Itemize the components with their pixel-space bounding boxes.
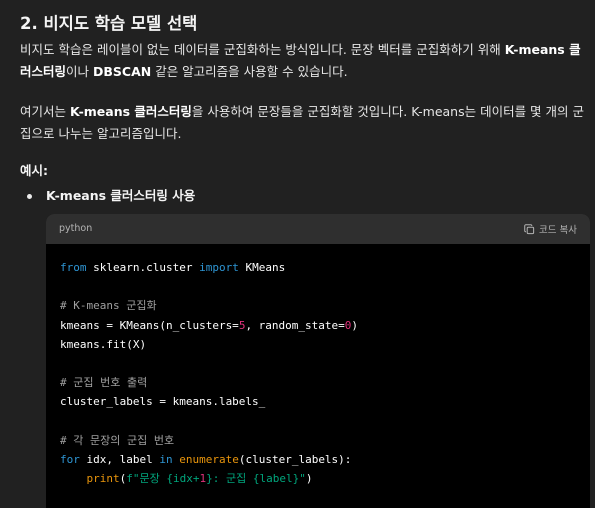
code-token-plain: ): [305, 472, 313, 486]
code-token-plain: sklearn.cluster: [86, 261, 200, 274]
code-language-label: python: [59, 223, 93, 234]
copy-icon: [524, 223, 535, 234]
code-token-plain: kmeans = KMeans(n_clusters=: [60, 318, 239, 332]
code-header: python 코드 복사: [46, 214, 590, 244]
code-token-plain: cluster_labels = kmeans.labels_: [60, 395, 266, 409]
code-token-keyword: import: [199, 261, 239, 274]
code-token-plain: kmeans.fit(X): [60, 337, 147, 351]
code-content[interactable]: from sklearn.cluster import KMeans # K-m…: [60, 258, 358, 488]
code-token-keyword: for: [60, 453, 80, 467]
code-token-keyword: in: [159, 453, 173, 467]
paragraph-text: 같은 알고리즘을 사용할 수 있습니다.: [151, 64, 348, 79]
code-line: for idx, label in enumerate(cluster_labe…: [60, 450, 358, 469]
paragraph-unsupervised-intro: 비지도 학습은 레이블이 없는 데이터를 군집화하는 방식입니다. 문장 벡터를…: [20, 39, 590, 83]
code-token-builtin: enumerate: [179, 453, 239, 467]
code-token-comment: # 각 문장의 군집 번호: [60, 433, 175, 447]
list-item-text: K-means 클러스터링 사용: [46, 188, 196, 203]
code-token-string: }: 군집 {label}": [206, 472, 306, 486]
code-token-plain: , random_state=: [245, 318, 345, 332]
bold-term-dbscan: DBSCAN: [93, 64, 152, 79]
code-token-plain: idx, label: [79, 453, 160, 467]
paragraph-text: 여기서는: [20, 104, 70, 119]
code-line: from sklearn.cluster import KMeans: [60, 258, 358, 277]
code-line: cluster_labels = kmeans.labels_: [60, 392, 358, 411]
code-token-plain: (cluster_labels):: [238, 453, 352, 467]
copy-code-label: 코드 복사: [539, 225, 577, 236]
code-line: print(f"문장 {idx+1}: 군집 {label}"): [60, 469, 358, 488]
code-token-plain: KMeans: [238, 261, 286, 274]
code-line: # 각 문장의 군집 번호: [60, 431, 358, 450]
code-line: kmeans = KMeans(n_clusters=5, random_sta…: [60, 316, 358, 335]
code-token-keyword: from: [60, 261, 87, 274]
code-line: # K-means 군집화: [60, 296, 358, 315]
code-token-string: f"문장 {idx+: [126, 472, 200, 486]
code-line: # 군집 번호 출력: [60, 373, 358, 392]
section-heading: 2. 비지도 학습 모델 선택: [20, 14, 198, 33]
bullet-icon: [27, 194, 32, 199]
code-line: kmeans.fit(X): [60, 335, 358, 354]
code-block: python 코드 복사 from sklearn.cluster import…: [46, 214, 590, 508]
code-token-builtin: print: [86, 472, 120, 486]
code-token-plain: ): [351, 318, 359, 332]
code-token-comment: # K-means 군집화: [60, 299, 157, 313]
copy-code-button[interactable]: 코드 복사: [524, 222, 577, 236]
bold-term-kmeans: K-means 클러스터링: [69, 104, 192, 119]
paragraph-text: 비지도 학습은 레이블이 없는 데이터를 군집화하는 방식입니다. 문장 벡터를…: [20, 42, 505, 57]
paragraph-text: 이나: [66, 64, 93, 79]
paragraph-kmeans-explanation: 여기서는 K-means 클러스터링을 사용하여 문장들을 군집화할 것입니다.…: [20, 101, 590, 145]
example-label: 예시:: [20, 163, 48, 178]
code-token-comment: # 군집 번호 출력: [60, 376, 148, 390]
